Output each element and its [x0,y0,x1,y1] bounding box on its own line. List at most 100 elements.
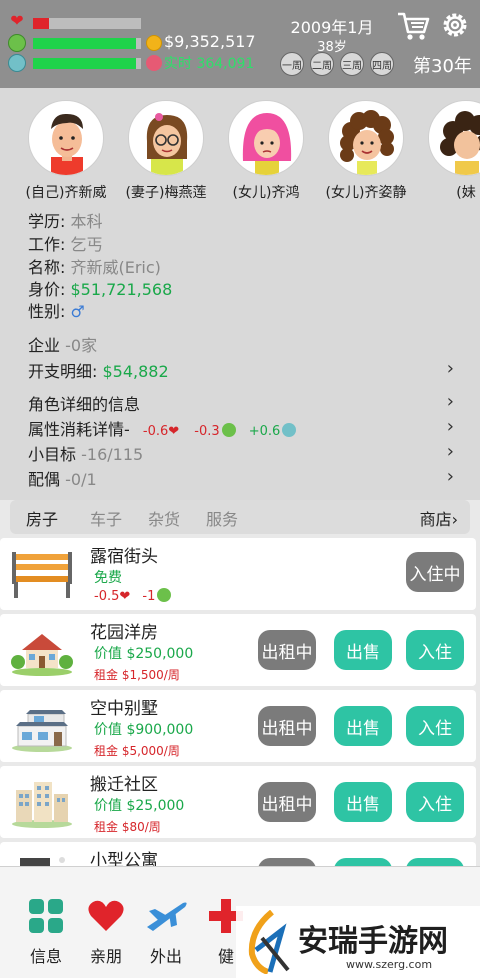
partial-button[interactable] [334,858,392,866]
tab-car[interactable]: 车子 [90,506,122,530]
job-line: 工作: 乞丐 [28,231,103,255]
gender-line: 性别: ♂ [28,298,85,322]
spouse-value: -0/1 [65,470,97,489]
sell-button[interactable]: 出售 [334,782,392,822]
character-detail-item[interactable]: 角色详细的信息 › [28,391,454,415]
male-symbol-icon: ♂ [70,302,85,321]
cart-icon[interactable] [396,10,430,42]
living-in-button[interactable]: 入住中 [406,552,464,592]
chevron-right-icon: › [446,466,454,487]
gender-label: 性别: [28,302,66,321]
watermark-url: www.szerg.com [346,958,433,971]
move-in-button[interactable]: 入住 [406,706,464,746]
chevron-right-icon: › [446,441,454,462]
status-bar: ❤ $9,352,517 实时 364,091 2009年1月 38岁 一周 二… [0,0,480,88]
week-1-button[interactable]: 一周 [280,52,304,76]
partial-button[interactable] [406,858,464,866]
happiness-bar-fill [33,38,136,49]
heart-icon [88,900,124,931]
shop-link[interactable]: 商店› [420,506,458,530]
chevron-right-icon: › [446,391,454,412]
airplane-icon [147,902,187,931]
health-row: ❤ [8,12,26,30]
renting-button[interactable]: 出租中 [258,782,316,822]
company-label: 企业 [28,336,61,355]
family-member-daughter-2[interactable]: (女儿)齐姿静 [316,100,416,202]
goal-label: 小目标 [28,445,77,464]
name-line: 名称: 齐新威(Eric) [28,254,161,278]
family-strip[interactable]: (自己)齐新威 (妻子)梅燕莲 (女儿)齐鸿 (女儿)齐姿静 (妹 [0,100,480,210]
avatar [428,100,480,176]
male-avatar-icon [51,113,83,175]
partial-button[interactable] [258,858,316,866]
family-member-sister[interactable]: (妹 [416,100,480,202]
info-grid-icon [29,899,63,933]
spouse-item[interactable]: 配偶 -0/1 › [28,466,454,490]
nav-label: 外出 [149,947,182,966]
heart-icon: ❤ [168,424,180,439]
week-4-button[interactable]: 四周 [370,52,394,76]
tab-goods[interactable]: 杂货 [148,506,180,530]
attr-happiness-value: -0.3 [194,424,220,439]
sell-button[interactable]: 出售 [334,706,392,746]
expense-item[interactable]: 开支明细: $54,882 › [28,358,454,382]
renting-button[interactable]: 出租中 [258,630,316,670]
nav-label: 亲朋 [89,947,122,966]
date-text: 2009年1月 [290,18,374,37]
profile-panel: (自己)齐新威 (妻子)梅燕莲 (女儿)齐鸿 (女儿)齐姿静 (妹 学历: 本科… [0,88,480,500]
goal-item[interactable]: 小目标 -16/115 › [28,441,454,465]
watermark-logo-icon [248,910,290,974]
nav-outing[interactable]: 外出 [136,897,196,967]
date-display: 2009年1月 38岁 [272,14,392,55]
nav-info[interactable]: 信息 [16,897,76,967]
brain-icon [8,54,26,72]
company-value: -0家 [65,336,98,355]
house-price: 价值 $25,000 [94,798,185,814]
renting-button[interactable]: 出租中 [258,706,316,746]
move-in-button[interactable]: 入住 [406,782,464,822]
coin-icon [146,35,162,51]
pink-hair-avatar-icon [242,113,292,175]
family-member-self[interactable]: (自己)齐新威 [16,100,116,202]
house-card: 搬迁社区 价值 $25,000 租金 $80/周 出租中 出售 入住 [0,766,476,838]
dark-hair-avatar-icon [440,111,480,175]
worth-label: 身价: [28,280,66,299]
company-item[interactable]: 企业 -0家 [28,332,454,356]
house-title: 小型公寓 [90,851,158,866]
tab-service[interactable]: 服务 [206,506,238,530]
week-2-button[interactable]: 二周 [310,52,334,76]
chevron-right-icon: › [446,358,454,379]
member-name: (女儿)齐鸿 [232,185,300,201]
chevron-right-icon: › [446,416,454,437]
female-glasses-avatar-icon [146,113,188,175]
avatar [328,100,404,176]
curly-hair-avatar-icon [340,110,394,175]
sell-button[interactable]: 出售 [334,630,392,670]
nav-friends[interactable]: 亲朋 [76,897,136,967]
expense-value: $54,882 [102,362,169,381]
house-rent: 租金 $1,500/周 [94,668,180,682]
happiness-bar [33,38,141,49]
third-bar [33,58,141,69]
house-price: 价值 $250,000 [94,646,194,662]
small-apartment-icon [20,857,65,866]
family-member-wife[interactable]: (妻子)梅燕莲 [116,100,216,202]
nav-label: 信息 [29,947,62,966]
education-value: 本科 [70,212,103,231]
money-amount: $9,352,517 [164,32,256,51]
job-value: 乞丐 [70,235,103,254]
gear-icon[interactable] [440,10,470,40]
family-member-daughter-1[interactable]: (女儿)齐鸿 [216,100,316,202]
move-in-button[interactable]: 入住 [406,630,464,670]
week-3-button[interactable]: 三周 [340,52,364,76]
member-name: (妹 [456,185,476,201]
house-list[interactable]: 露宿街头 免费 -0.5❤ -1 入住中 花园洋房 价值 $250,000 租金… [0,536,480,866]
tab-house[interactable]: 房子 [26,506,58,530]
health-bar-fill [33,18,50,29]
spouse-label: 配偶 [28,470,61,489]
attribute-consumption-item[interactable]: 属性消耗详情- -0.6❤ -0.3 +0.6 › [28,416,454,440]
shop-label: 商店 [419,510,452,529]
house-rent: 租金 $80/周 [94,820,161,834]
cost-happiness: -1 [142,589,156,604]
health-bar [33,18,141,29]
